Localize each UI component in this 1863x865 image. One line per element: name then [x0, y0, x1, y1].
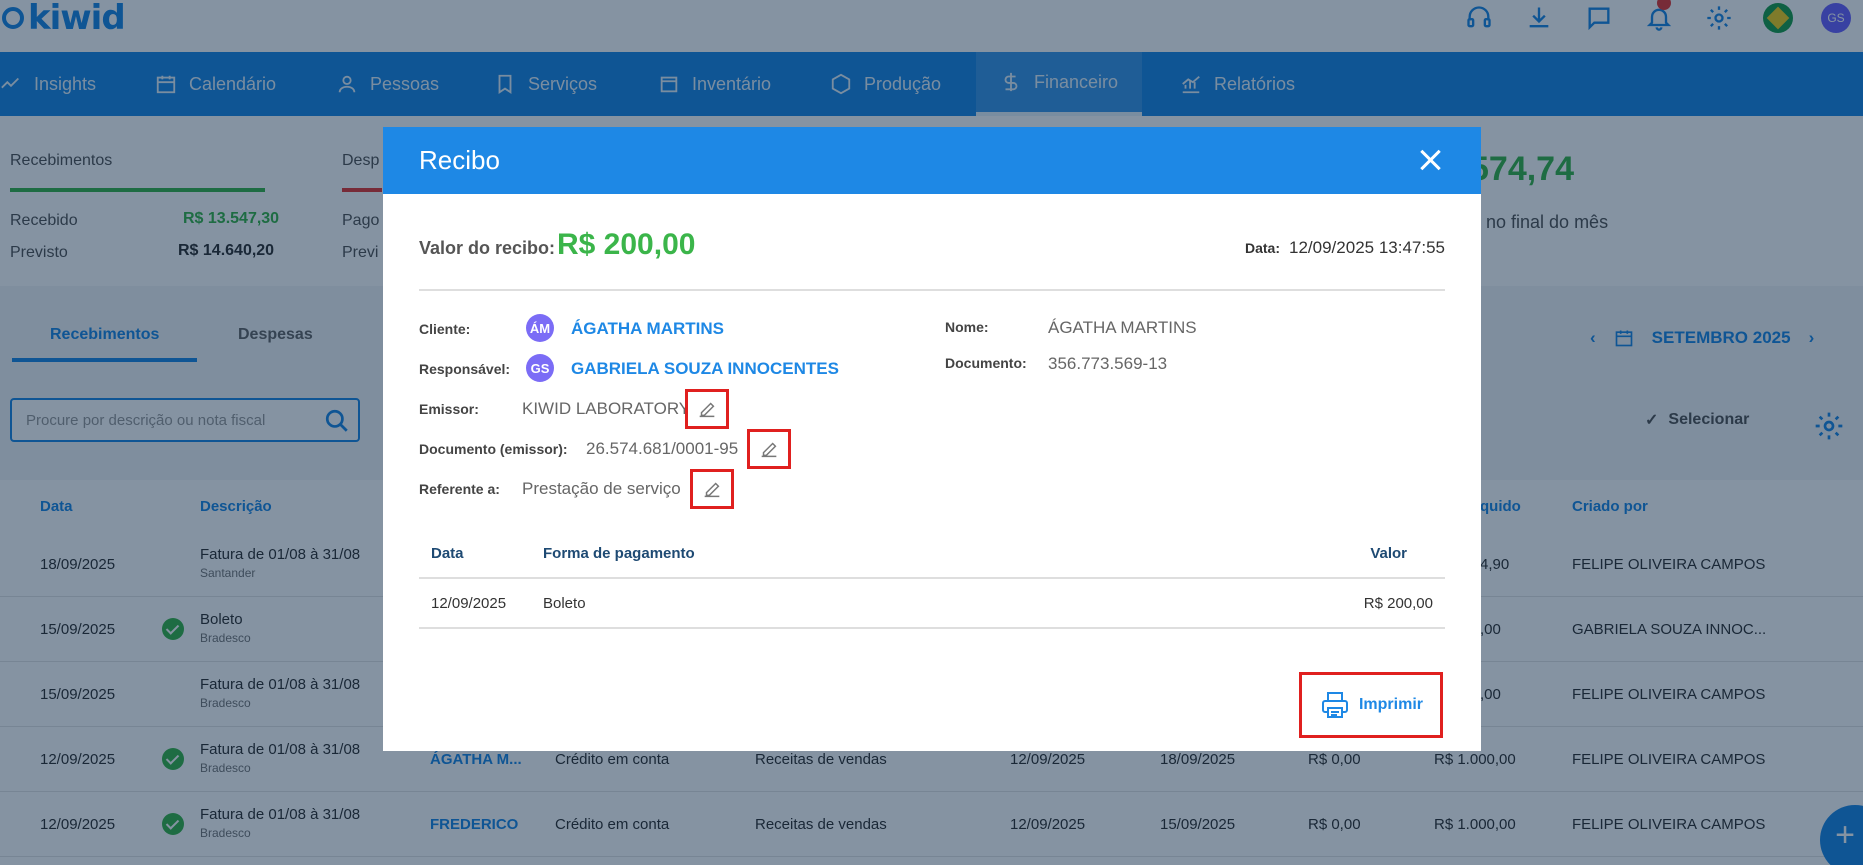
pencil-icon: [704, 482, 720, 498]
receipt-value-label: Valor do recibo:: [419, 238, 556, 258]
client-avatar: ÁM: [526, 314, 554, 342]
payment-row: 12/09/2025 Boleto R$ 200,00: [419, 579, 1445, 629]
receipt-modal: Recibo Valor do recibo: R$ 200,00 Data: …: [383, 127, 1481, 751]
close-icon[interactable]: [1417, 147, 1443, 173]
pencil-icon: [699, 402, 715, 418]
payments-header: Data Forma de pagamento Valor: [419, 529, 1445, 579]
edit-referente-button[interactable]: [690, 469, 734, 509]
modal-header: Recibo: [383, 127, 1481, 194]
nome-label: Nome:: [945, 319, 989, 335]
payment-date: 12/09/2025: [431, 595, 507, 612]
divider: [419, 289, 1445, 291]
doc-emissor-value: 26.574.681/0001-95: [586, 439, 739, 458]
print-label: Imprimir: [1358, 696, 1423, 713]
payments-table: Data Forma de pagamento Valor 12/09/2025…: [419, 529, 1445, 629]
edit-emissor-button[interactable]: [685, 389, 729, 429]
documento-label: Documento:: [945, 355, 1027, 371]
pencil-icon: [761, 442, 777, 458]
receipt-summary: Valor do recibo: R$ 200,00 Data: 12/09/2…: [419, 228, 1445, 288]
receipt-date-label: Data:: [1244, 240, 1280, 256]
cliente-label: Cliente:: [419, 321, 471, 337]
edit-doc-emissor-button[interactable]: [747, 429, 791, 469]
th-pay-valor: Valor: [1370, 545, 1407, 562]
responsavel-label: Responsável:: [419, 361, 511, 377]
responsible-link[interactable]: GABRIELA SOUZA INNOCENTES: [571, 359, 839, 379]
client-link[interactable]: ÁGATHA MARTINS: [571, 319, 724, 339]
payment-method: Boleto: [543, 595, 586, 612]
responsible-avatar: GS: [526, 354, 554, 382]
referente-value: Prestação de serviço: [522, 479, 681, 498]
modal-title: Recibo: [419, 145, 500, 175]
payment-value: R$ 200,00: [1363, 595, 1433, 612]
receipt-value: R$ 200,00: [557, 228, 696, 261]
printer-icon: [1321, 692, 1348, 718]
th-pay-data: Data: [431, 545, 464, 562]
nome-value: ÁGATHA MARTINS: [1048, 318, 1197, 337]
print-button[interactable]: Imprimir: [1299, 672, 1443, 738]
referente-label: Referente a:: [419, 481, 500, 497]
emissor-value: KIWID LABORATORY: [522, 399, 691, 418]
emissor-label: Emissor:: [419, 401, 479, 417]
documento-value: 356.773.569-13: [1048, 354, 1168, 373]
doc-emissor-label: Documento (emissor):: [419, 441, 568, 457]
th-pay-forma: Forma de pagamento: [543, 545, 695, 562]
receipt-date: 12/09/2025 13:47:55: [1289, 238, 1445, 257]
